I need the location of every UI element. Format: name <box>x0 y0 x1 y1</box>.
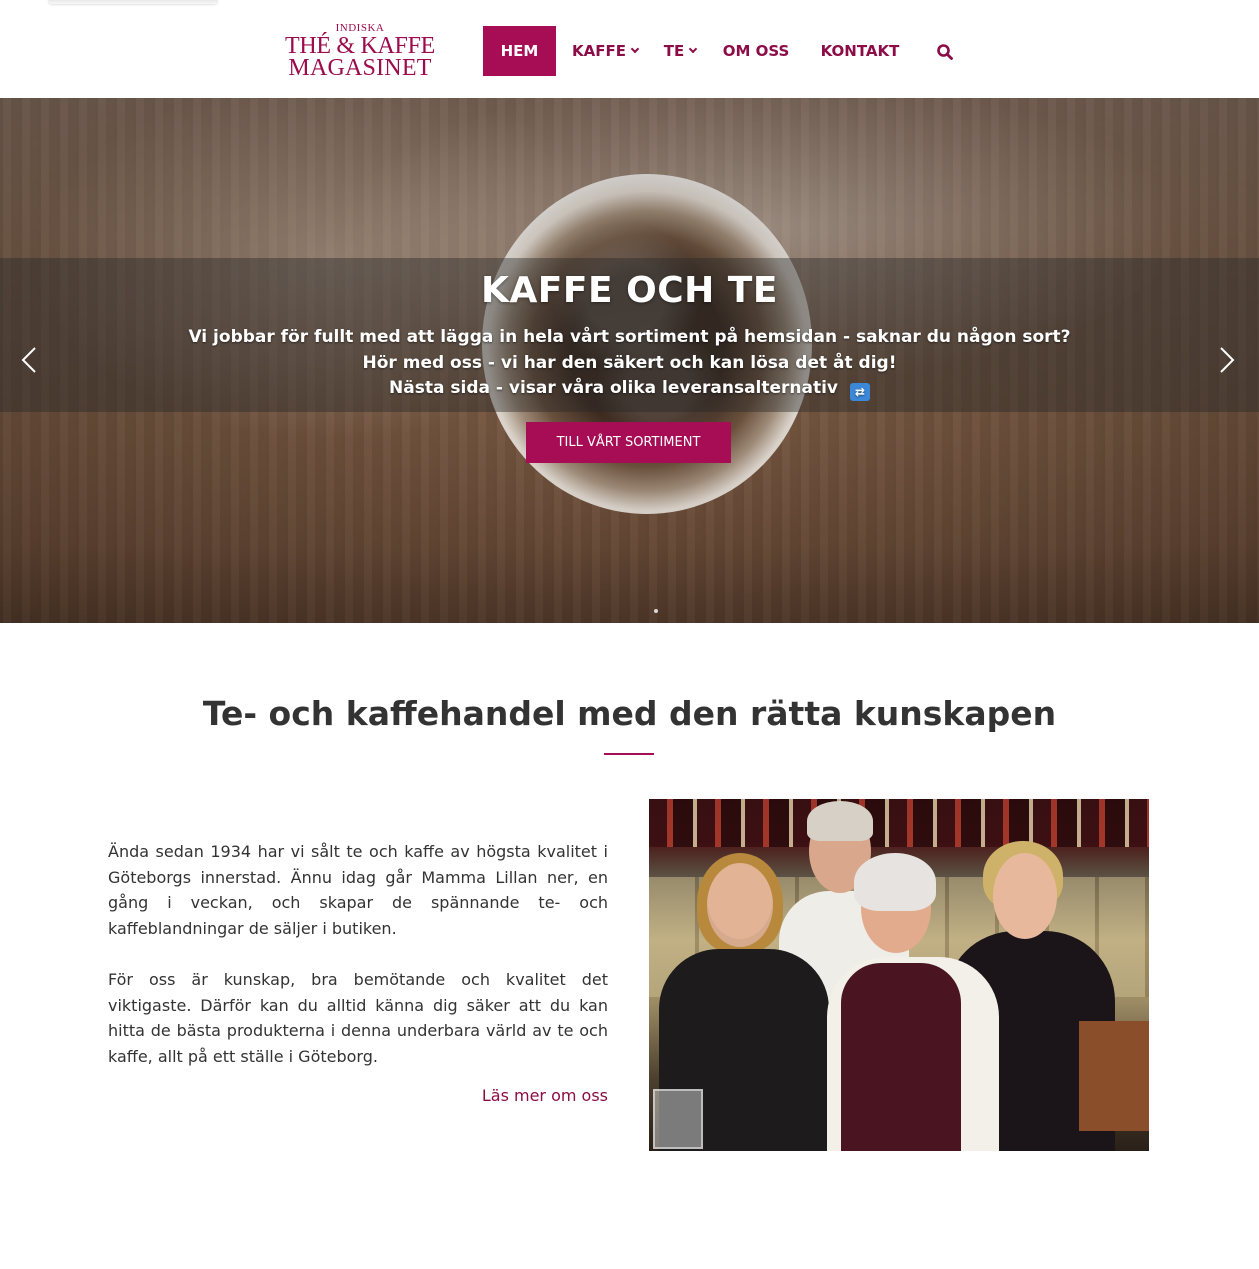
site-logo[interactable]: INDISKA THÉ & KAFFE MAGASINET <box>280 22 440 82</box>
nav-item-te[interactable]: TE <box>656 26 704 76</box>
nav-label-kaffe: KAFFE <box>572 42 626 60</box>
site-header: INDISKA THÉ & KAFFE MAGASINET HEM KAFFE … <box>0 0 1259 98</box>
hero-title: KAFFE OCH TE <box>481 270 778 311</box>
photo-jar <box>653 1089 703 1149</box>
nav-label-om-oss: OM OSS <box>722 42 790 60</box>
staff-photo <box>649 799 1149 1151</box>
hero-slider: KAFFE OCH TE Vi jobbar för fullt med att… <box>0 98 1259 623</box>
search-icon[interactable] <box>936 43 954 61</box>
photo-crate <box>1079 1021 1149 1131</box>
intro-paragraph-1: Ända sedan 1934 har vi sålt te och kaffe… <box>108 842 608 938</box>
chevron-down-icon <box>688 44 698 54</box>
logo-line-3: MAGASINET <box>288 55 432 81</box>
nav-label-hem: HEM <box>500 42 539 60</box>
nav-item-hem[interactable]: HEM <box>483 26 556 76</box>
slider-dot[interactable] <box>654 609 658 613</box>
intro-paragraph-2: För oss är kunskap, bra bemötande och kv… <box>108 970 608 1066</box>
title-divider <box>604 753 654 755</box>
nav-item-kaffe[interactable]: KAFFE <box>568 26 642 76</box>
nav-label-te: TE <box>663 42 685 60</box>
hero-text-line-3: Nästa sida - visar våra olika leveransal… <box>0 378 1259 401</box>
section-title: Te- och kaffehandel med den rätta kunska… <box>202 694 1057 733</box>
sortiment-button[interactable]: TILL VÅRT SORTIMENT <box>526 422 731 463</box>
nav-item-om-oss[interactable]: OM OSS <box>716 26 796 76</box>
browser-tab-sliver <box>48 0 218 4</box>
nav-label-kontakt: KONTAKT <box>820 42 900 60</box>
chevron-left-icon[interactable] <box>20 346 38 374</box>
read-more-link[interactable]: Läs mer om oss <box>420 1086 608 1105</box>
photo-shelf <box>649 799 1149 847</box>
logo-line-2: THÉ & KAFFE <box>284 33 436 59</box>
chevron-down-icon <box>630 44 640 54</box>
hero-text-line-1: Vi jobbar för fullt med att lägga in hel… <box>188 327 1071 347</box>
swap-arrows-icon: ⇄ <box>849 383 870 401</box>
hero-text-line-3-label: Nästa sida - visar våra olika leveransal… <box>389 378 839 398</box>
chevron-right-icon[interactable] <box>1218 346 1236 374</box>
hero-text-line-2: Hör med oss - vi har den säkert och kan … <box>362 353 897 373</box>
nav-item-kontakt[interactable]: KONTAKT <box>814 26 906 76</box>
